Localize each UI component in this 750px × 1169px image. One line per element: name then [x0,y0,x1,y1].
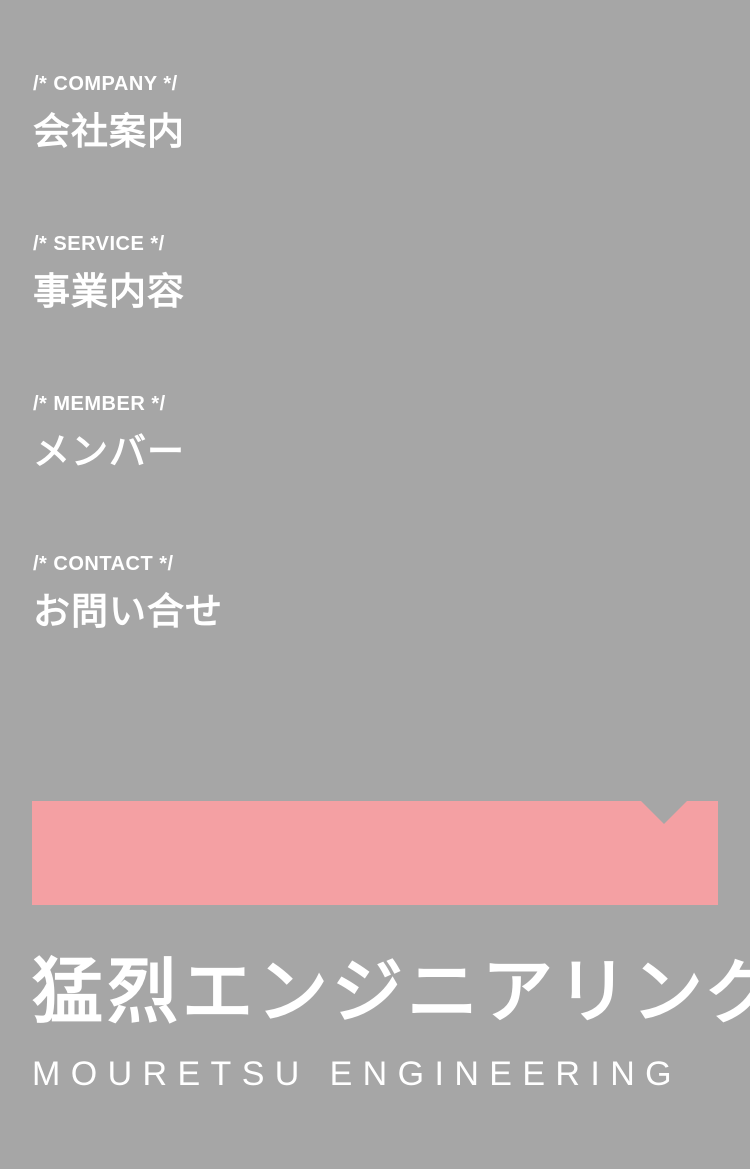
banner-notch-shape [641,801,687,824]
menu-item-member-sublabel: /* MEMBER */ [33,393,166,415]
main-menu: /* COMPANY */ 会社案内 /* SERVICE */ 事業内容 /*… [33,72,633,712]
menu-item-member[interactable]: /* MEMBER */ メンバー [33,392,633,552]
pink-banner[interactable] [32,801,718,905]
menu-item-contact-sublabel: /* CONTACT */ [33,553,174,575]
menu-item-service[interactable]: /* SERVICE */ 事業内容 [33,232,633,392]
menu-item-service-sublabel: /* SERVICE */ [33,233,165,255]
company-logo[interactable]: 猛烈エンジニアリング MOURETSU ENGINEERING [32,946,750,1106]
menu-item-contact-label: お問い合せ [33,590,223,633]
menu-item-company[interactable]: /* COMPANY */ 会社案内 [33,72,633,232]
menu-item-member-label: メンバー [33,430,185,473]
menu-item-service-label: 事業内容 [33,270,185,313]
logo-japanese-text: 猛烈エンジニアリング [32,950,750,1033]
logo-english-text: MOURETSU ENGINEERING [32,1055,683,1093]
menu-item-contact[interactable]: /* CONTACT */ お問い合せ [33,552,633,712]
menu-item-company-sublabel: /* COMPANY */ [33,73,178,95]
menu-item-company-label: 会社案内 [33,110,185,153]
